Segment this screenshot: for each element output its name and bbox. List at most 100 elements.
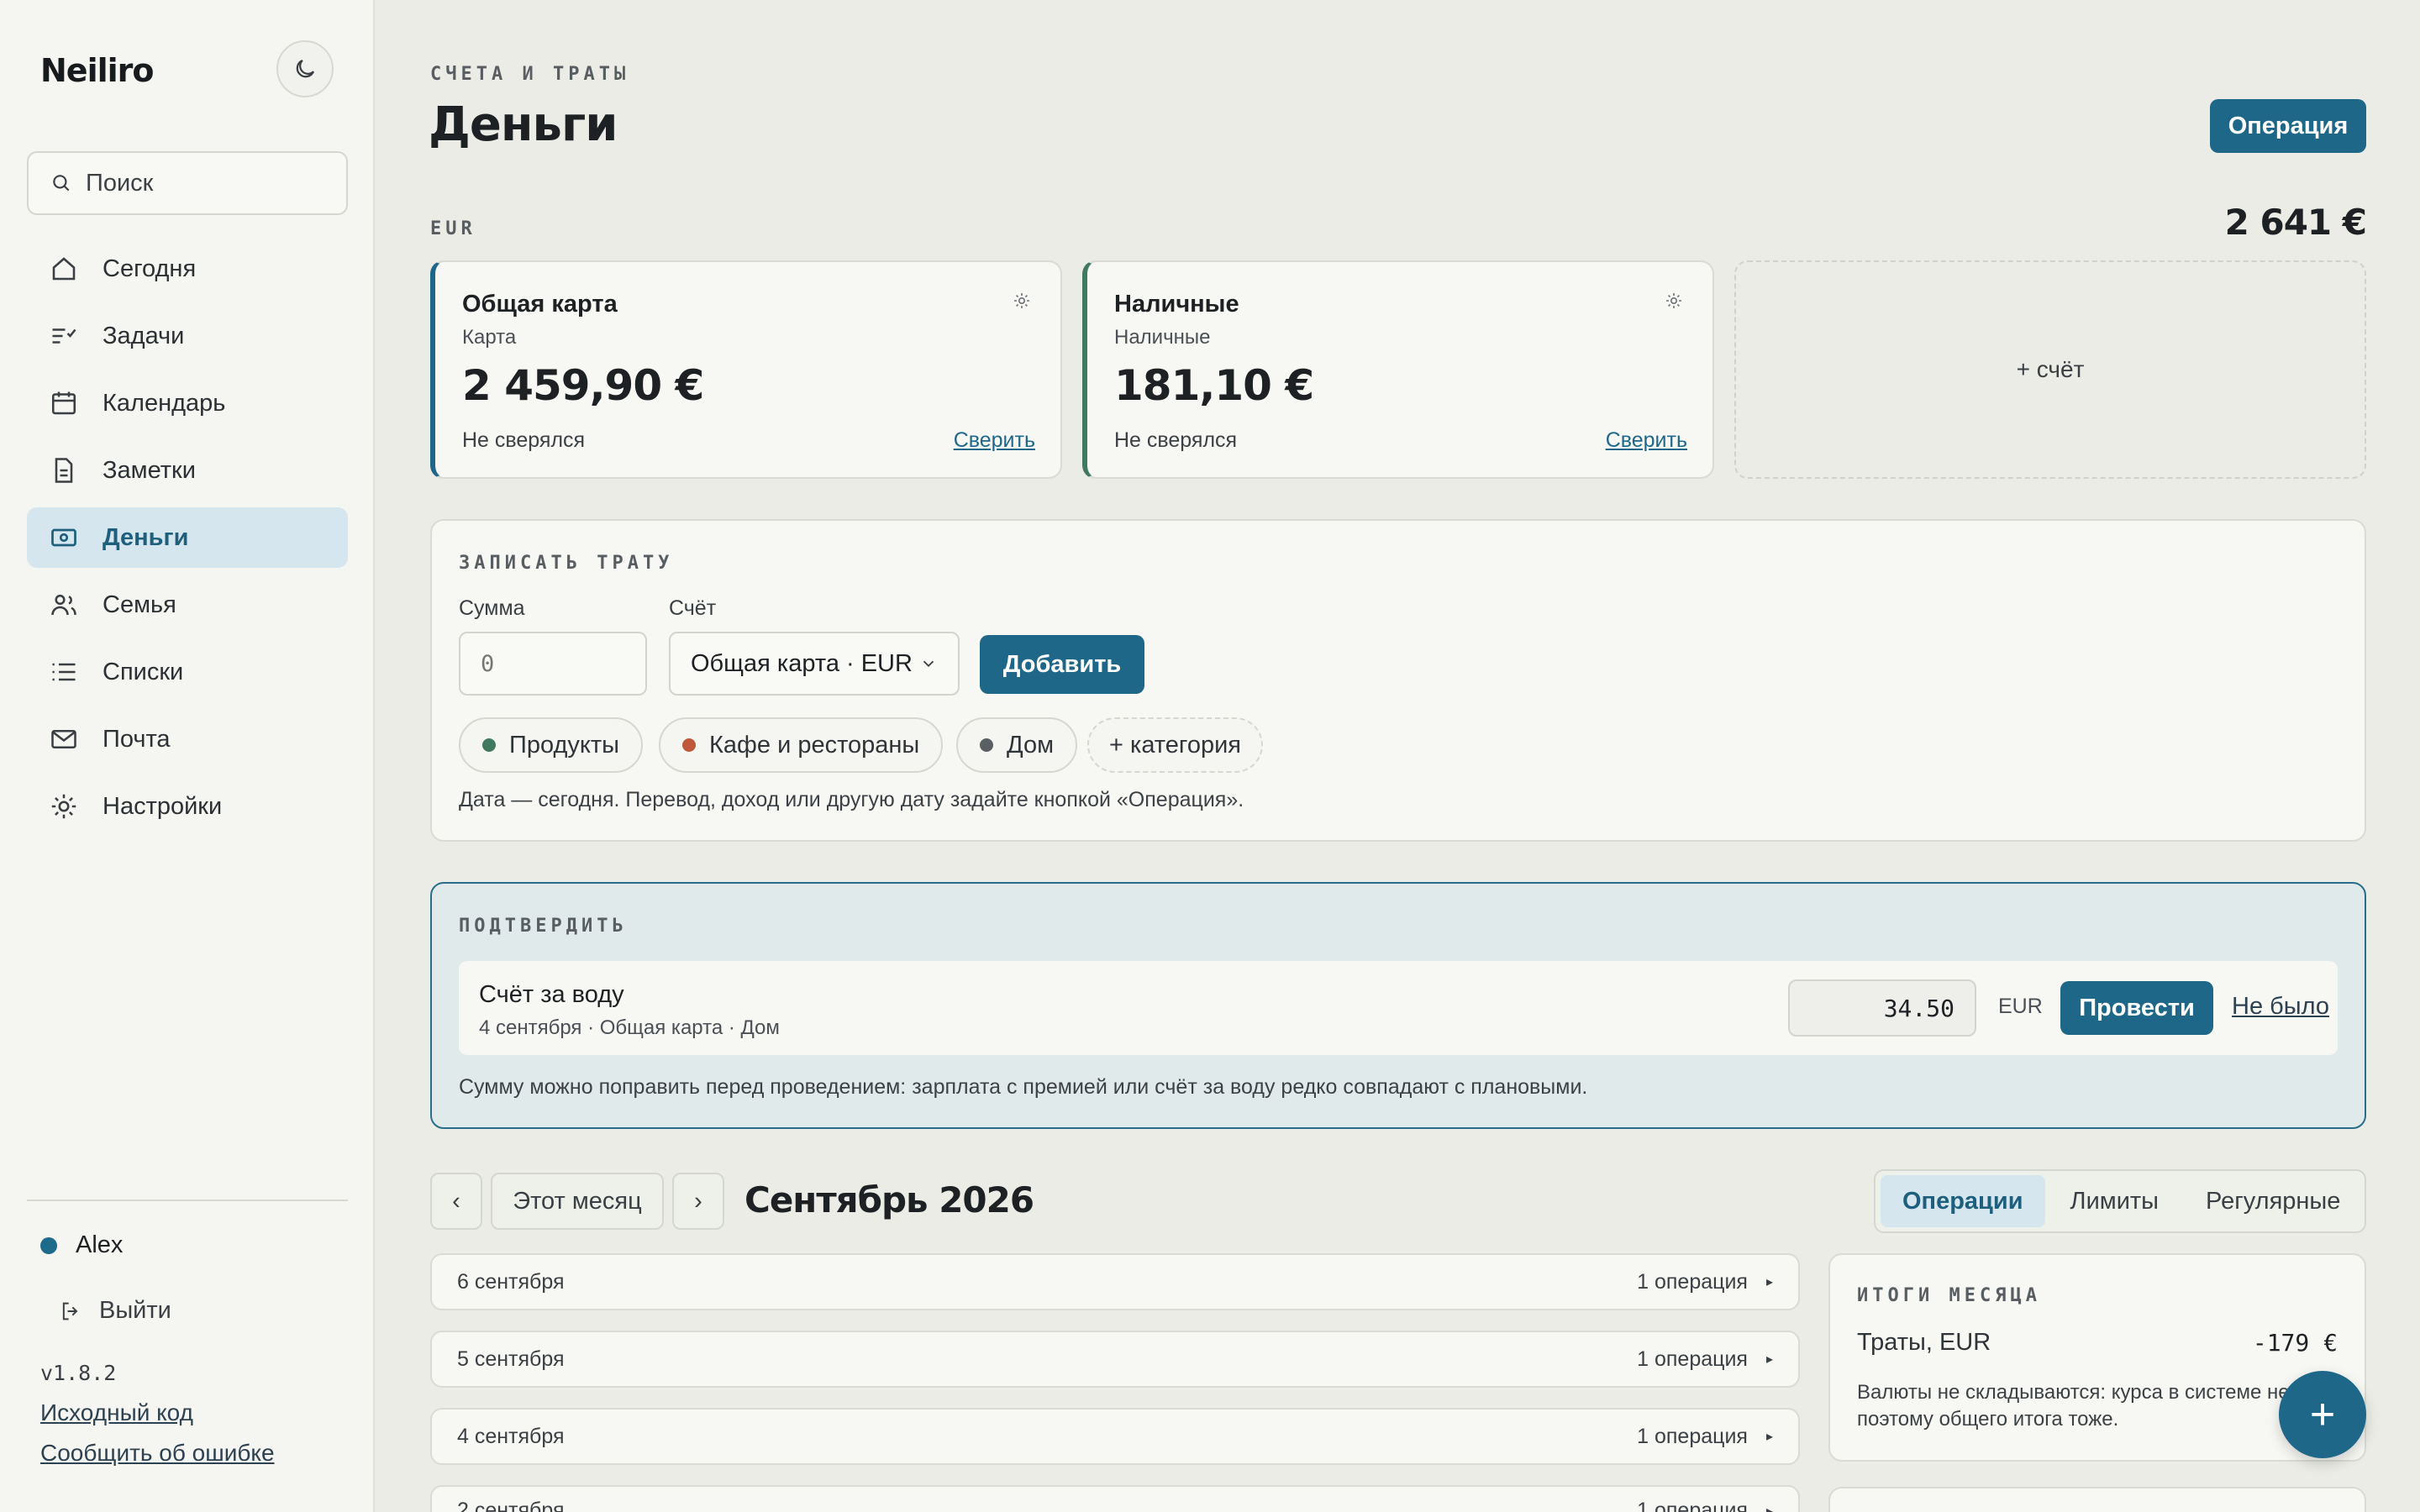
sidebar-item-notes[interactable]: Заметки	[27, 440, 348, 501]
amount-input[interactable]	[459, 632, 647, 696]
gear-icon[interactable]	[1664, 291, 1684, 311]
sidebar-item-label: Сегодня	[103, 255, 197, 282]
category-color-dot	[682, 738, 696, 752]
currency-label: EUR	[430, 218, 476, 239]
account-name: Общая карта	[462, 291, 618, 318]
day-group-row[interactable]: 2 сентября 1 операция ▸	[430, 1485, 1800, 1512]
category-chip-cafes[interactable]: Кафе и рестораны	[659, 717, 944, 773]
expand-arrow-icon: ▸	[1765, 1275, 1773, 1289]
source-code-link[interactable]: Исходный код	[40, 1399, 193, 1426]
confirm-eyebrow: ПОДТВЕРДИТЬ	[459, 916, 628, 937]
search-input[interactable]: Поиск	[27, 151, 348, 215]
day-date: 6 сентября	[457, 1269, 565, 1294]
account-status: Не сверялся	[462, 428, 586, 452]
tab-recurring[interactable]: Регулярные	[2184, 1175, 2362, 1227]
expense-form-card: ЗАПИСАТЬ ТРАТУ Сумма Счёт Общая карта · …	[430, 519, 2366, 842]
tab-limits[interactable]: Лимиты	[2049, 1175, 2181, 1227]
day-date: 5 сентября	[457, 1347, 565, 1371]
accounts-total: 2 641 €	[2224, 202, 2367, 243]
account-type: Карта	[462, 326, 517, 349]
confirm-hint: Сумму можно поправить перед проведением:…	[459, 1075, 1588, 1099]
sidebar-item-settings[interactable]: Настройки	[27, 776, 348, 837]
user-status-dot	[40, 1236, 57, 1254]
sidebar-item-label: Календарь	[103, 389, 226, 417]
expense-form-hint: Дата — сегодня. Перевод, доход или другу…	[459, 788, 1244, 811]
add-account-button[interactable]: + счёт	[1734, 260, 2366, 479]
category-label: Продукты	[509, 731, 620, 759]
account-status: Не сверялся	[1114, 428, 1238, 452]
expand-arrow-icon: ▸	[1765, 1430, 1773, 1444]
post-operation-button[interactable]: Провести	[2060, 981, 2213, 1035]
mail-icon	[51, 729, 76, 749]
sidebar-item-label: Задачи	[103, 322, 185, 349]
account-card-cash[interactable]: Наличные Наличные 181,10 € Не сверялся С…	[1082, 260, 1714, 479]
this-month-button[interactable]: Этот месяц	[491, 1173, 664, 1230]
category-color-dot	[980, 738, 993, 752]
day-group-row[interactable]: 6 сентября 1 операция ▸	[430, 1253, 1800, 1310]
user-name: Alex	[76, 1231, 124, 1258]
sidebar: Neiliro Поиск Сегодня Задачи Календарь З…	[0, 0, 375, 1512]
prev-month-button[interactable]: ‹	[430, 1173, 482, 1230]
add-expense-button[interactable]: Добавить	[980, 635, 1144, 694]
add-category-button[interactable]: + категория	[1087, 717, 1263, 773]
account-label: Счёт	[669, 596, 717, 620]
gear-icon[interactable]	[1012, 291, 1032, 311]
account-card-shared[interactable]: Общая карта Карта 2 459,90 € Не сверялся…	[430, 260, 1062, 479]
operation-button[interactable]: Операция	[2210, 99, 2366, 153]
sidebar-item-lists[interactable]: Списки	[27, 642, 348, 702]
day-count: 1 операция	[1637, 1347, 1748, 1371]
reconcile-link[interactable]: Сверить	[1606, 428, 1687, 453]
sidebar-item-tasks[interactable]: Задачи	[27, 306, 348, 366]
account-select[interactable]: Общая карта · EUR	[669, 632, 960, 696]
day-date: 4 сентября	[457, 1424, 565, 1448]
list-icon	[52, 663, 76, 681]
secondary-summary-card	[1828, 1487, 2366, 1512]
pending-amount-input[interactable]: 34.50	[1788, 979, 1976, 1037]
account-name: Наличные	[1114, 291, 1239, 318]
user-profile[interactable]: Alex	[40, 1231, 123, 1259]
logout-button[interactable]: Выйти	[59, 1297, 171, 1325]
sidebar-item-label: Списки	[103, 658, 184, 685]
sidebar-item-mail[interactable]: Почта	[27, 709, 348, 769]
next-month-button[interactable]: ›	[672, 1173, 724, 1230]
report-bug-link[interactable]: Сообщить об ошибке	[40, 1440, 275, 1467]
summary-note: Валюты не складываются: курса в системе …	[1857, 1381, 2302, 1431]
sidebar-item-money[interactable]: Деньги	[27, 507, 348, 568]
expense-form-eyebrow: ЗАПИСАТЬ ТРАТУ	[459, 553, 674, 574]
pending-operation-meta: 4 сентября · Общая карта · Дом	[479, 1016, 780, 1039]
sidebar-item-calendar[interactable]: Календарь	[27, 373, 348, 433]
page-eyebrow: СЧЕТА И ТРАТЫ	[430, 64, 630, 85]
category-chip-groceries[interactable]: Продукты	[459, 717, 644, 773]
expand-arrow-icon: ▸	[1765, 1352, 1773, 1367]
calendar-icon	[51, 391, 76, 415]
sidebar-item-today[interactable]: Сегодня	[27, 239, 348, 299]
account-select-value: Общая карта · EUR	[691, 649, 913, 677]
summary-value: -179 €	[2252, 1329, 2338, 1357]
family-icon	[51, 594, 76, 616]
app-version: v1.8.2	[40, 1361, 117, 1385]
category-color-dot	[482, 738, 496, 752]
tab-operations[interactable]: Операции	[1881, 1175, 2045, 1227]
sidebar-item-label: Настройки	[103, 792, 223, 820]
pending-operation-row: Счёт за воду 4 сентября · Общая карта · …	[459, 961, 2338, 1055]
day-group-row[interactable]: 5 сентября 1 операция ▸	[430, 1331, 1800, 1388]
dismiss-operation-link[interactable]: Не было	[2232, 993, 2329, 1021]
search-icon	[53, 175, 70, 192]
day-date: 2 сентября	[457, 1499, 565, 1512]
sidebar-item-label: Заметки	[103, 456, 196, 484]
add-operation-fab[interactable]: +	[2279, 1371, 2366, 1458]
money-icon	[51, 528, 76, 547]
day-group-row[interactable]: 4 сентября 1 операция ▸	[430, 1408, 1800, 1465]
sidebar-nav: Сегодня Задачи Календарь Заметки Деньги …	[27, 239, 348, 843]
sidebar-item-family[interactable]: Семья	[27, 575, 348, 635]
summary-eyebrow: ИТОГИ МЕСЯЦА	[1857, 1285, 2041, 1306]
sidebar-divider	[27, 1200, 348, 1201]
settings-icon	[51, 794, 76, 819]
theme-toggle-button[interactable]	[276, 40, 334, 97]
expand-arrow-icon: ▸	[1765, 1504, 1773, 1512]
app-logo[interactable]: Neiliro	[40, 52, 154, 89]
reconcile-link[interactable]: Сверить	[954, 428, 1035, 453]
page-title: Деньги	[429, 97, 618, 152]
view-tabs: Операции Лимиты Регулярные	[1874, 1169, 2366, 1233]
category-chip-home[interactable]: Дом	[956, 717, 1078, 773]
